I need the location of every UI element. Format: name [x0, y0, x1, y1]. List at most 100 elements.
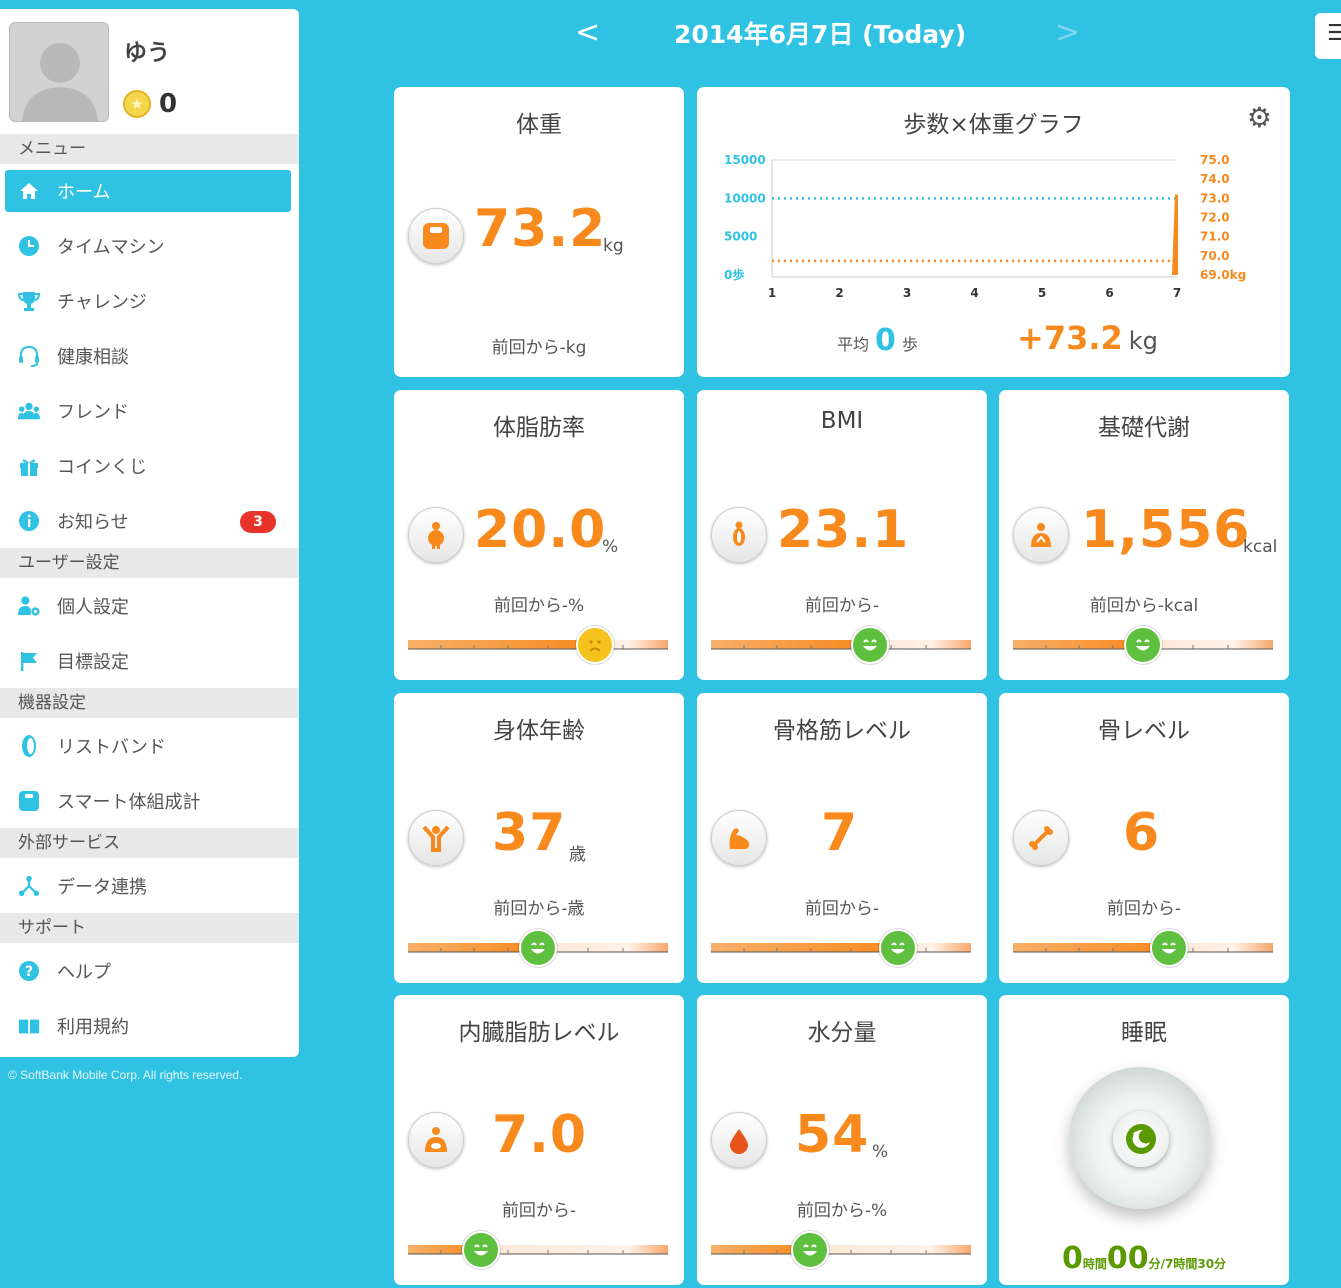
sidebar-item-label: 個人設定: [57, 596, 129, 618]
section-header-menu: メニュー: [0, 134, 299, 164]
sidebar-item-label: ホーム: [57, 182, 111, 203]
card-bone[interactable]: 骨レベル 6 前回から-: [999, 693, 1289, 983]
sidebar-item-label: リストバンド: [57, 736, 166, 758]
section-header-external-services: 外部サービス: [0, 828, 299, 858]
smile-face-icon: [1150, 929, 1188, 967]
weight-prev-diff: 前回から-kg: [491, 338, 587, 358]
help-icon: ?: [18, 960, 40, 982]
bmr-unit: kcal: [1243, 537, 1278, 557]
sidebar-item-timemachine[interactable]: タイムマシン: [0, 218, 299, 273]
right-axis-tick: 70.0: [1200, 249, 1230, 263]
sidebar-item-label: コインくじ: [57, 456, 147, 478]
gift-icon: [18, 455, 40, 477]
svg-text:?: ?: [25, 964, 33, 980]
menu-button[interactable]: ☰: [1315, 13, 1341, 59]
section-header-device-settings: 機器設定: [0, 688, 299, 718]
water-drop-icon: [711, 1112, 767, 1168]
smile-face-icon: [461, 1231, 500, 1269]
book-icon: [18, 1015, 40, 1037]
smile-face-icon: [879, 929, 918, 967]
sidebar-item-home[interactable]: ホーム: [5, 170, 291, 212]
friends-icon: [18, 400, 40, 422]
clock-icon: [18, 235, 40, 257]
water-prev-diff: 前回から-%: [796, 1201, 888, 1221]
average-steps: 平均 0 歩: [837, 323, 918, 358]
muscle-prev-diff: 前回から-: [804, 899, 880, 919]
level-gauge: [711, 943, 971, 953]
level-gauge: [711, 1245, 971, 1255]
sleep-duration: 0時間00分/7時間30分: [999, 1241, 1289, 1276]
card-bmi[interactable]: BMI 23.1 前回から-: [697, 390, 987, 680]
sad-face-icon: [576, 626, 615, 664]
sleep-button[interactable]: [1069, 1067, 1211, 1209]
card-bodyfat[interactable]: 体脂肪率 20.0 % 前回から-%: [394, 390, 684, 680]
sidebar-item-smart-scale[interactable]: スマート体組成計: [0, 773, 299, 828]
date-navigation: < 2014年6月7日 (Today) >: [575, 10, 1080, 56]
level-gauge: [711, 640, 971, 650]
body-fat-icon: [408, 507, 464, 563]
right-axis-tick: 75.0: [1200, 153, 1230, 167]
sidebar-item-friends[interactable]: フレンド: [0, 383, 299, 438]
right-axis-tick: 71.0: [1200, 230, 1230, 244]
sidebar-item-goal-settings[interactable]: 目標設定: [0, 633, 299, 688]
right-axis-tick: 74.0: [1200, 172, 1230, 186]
sidebar-item-terms[interactable]: 利用規約: [0, 998, 299, 1053]
card-weight[interactable]: 体重 73.2 kg 前回から-kg: [394, 87, 684, 377]
card-bmr[interactable]: 基礎代謝 1,556 kcal 前回から-kcal: [999, 390, 1289, 680]
card-bodyage[interactable]: 身体年齢 37 歳 前回から-歳: [394, 693, 684, 983]
level-gauge: [408, 1245, 668, 1255]
home-icon: [18, 180, 40, 202]
coin-balance: ★ 0: [123, 89, 177, 119]
card-muscle[interactable]: 骨格筋レベル 7 前回から-: [697, 693, 987, 983]
visceral-prev-diff: 前回から-: [501, 1201, 577, 1221]
weight-delta: +73.2 kg: [1017, 319, 1158, 357]
sidebar-item-coin-lottery[interactable]: コインくじ: [0, 438, 299, 493]
x-axis-tick: 4: [970, 286, 978, 300]
weight-delta-value: +73.2: [1017, 319, 1123, 357]
sidebar-item-help[interactable]: ? ヘルプ: [0, 943, 299, 998]
card-steps-weight-chart[interactable]: 歩数×体重グラフ ⚙ 15000 10000 5000 0歩 75.0 74.0 73.0 7…: [697, 87, 1290, 377]
card-title: BMI: [820, 408, 864, 434]
card-water[interactable]: 水分量 54 % 前回から-%: [697, 995, 987, 1285]
sleep-hours: 0: [1061, 1241, 1083, 1276]
profile-panel: ゆう ★ 0: [0, 9, 299, 134]
card-sleep[interactable]: 睡眠 0時間00分/7時間30分: [999, 995, 1289, 1285]
visceral-fat-icon: [408, 1112, 464, 1168]
current-date: 2014年6月7日 (Today): [674, 20, 967, 49]
weight-delta-unit: kg: [1128, 327, 1158, 355]
bmr-prev-diff: 前回から-kcal: [1089, 596, 1199, 616]
sidebar-item-notifications[interactable]: お知らせ 3: [0, 493, 299, 548]
headset-icon: [18, 345, 40, 367]
smile-face-icon: [1124, 626, 1162, 664]
right-axis-tick: 72.0: [1200, 211, 1230, 225]
average-unit: 歩: [901, 335, 918, 354]
weight-unit: kg: [603, 236, 624, 256]
notification-badge: 3: [240, 511, 276, 533]
sidebar-item-data-link[interactable]: データ連携: [0, 858, 299, 913]
sidebar-item-label: 目標設定: [57, 651, 129, 673]
sidebar-item-wristband[interactable]: リストバンド: [0, 718, 299, 773]
prev-day-button[interactable]: <: [575, 15, 600, 50]
bone-icon: [1013, 810, 1069, 866]
sidebar-item-label: データ連携: [57, 876, 147, 898]
sidebar-item-challenge[interactable]: チャレンジ: [0, 273, 299, 328]
left-axis-tick: 15000: [724, 153, 766, 167]
card-title: 内臓脂肪レベル: [458, 1020, 620, 1046]
sidebar-item-health-consult[interactable]: 健康相談: [0, 328, 299, 383]
water-unit: %: [872, 1142, 889, 1162]
section-header-user-settings: ユーザー設定: [0, 548, 299, 578]
chart-plot: 15000 10000 5000 0歩 75.0 74.0 73.0 72.0 71.0 70.0…: [724, 153, 1246, 300]
avatar[interactable]: [9, 22, 109, 122]
section-header-support: サポート: [0, 913, 299, 943]
x-axis-tick: 2: [835, 286, 843, 300]
scale-icon: [18, 790, 40, 812]
flag-icon: [18, 650, 40, 672]
card-visceral[interactable]: 内臓脂肪レベル 7.0 前回から-: [394, 995, 684, 1285]
card-title: 睡眠: [1121, 1020, 1167, 1046]
next-day-button[interactable]: >: [1055, 15, 1080, 50]
wristband-icon: [18, 734, 40, 757]
sidebar-item-personal-settings[interactable]: 個人設定: [0, 578, 299, 633]
sidebar-item-label: スマート体組成計: [57, 791, 201, 813]
gear-icon[interactable]: ⚙: [1247, 101, 1272, 134]
x-axis-tick: 3: [903, 286, 911, 300]
